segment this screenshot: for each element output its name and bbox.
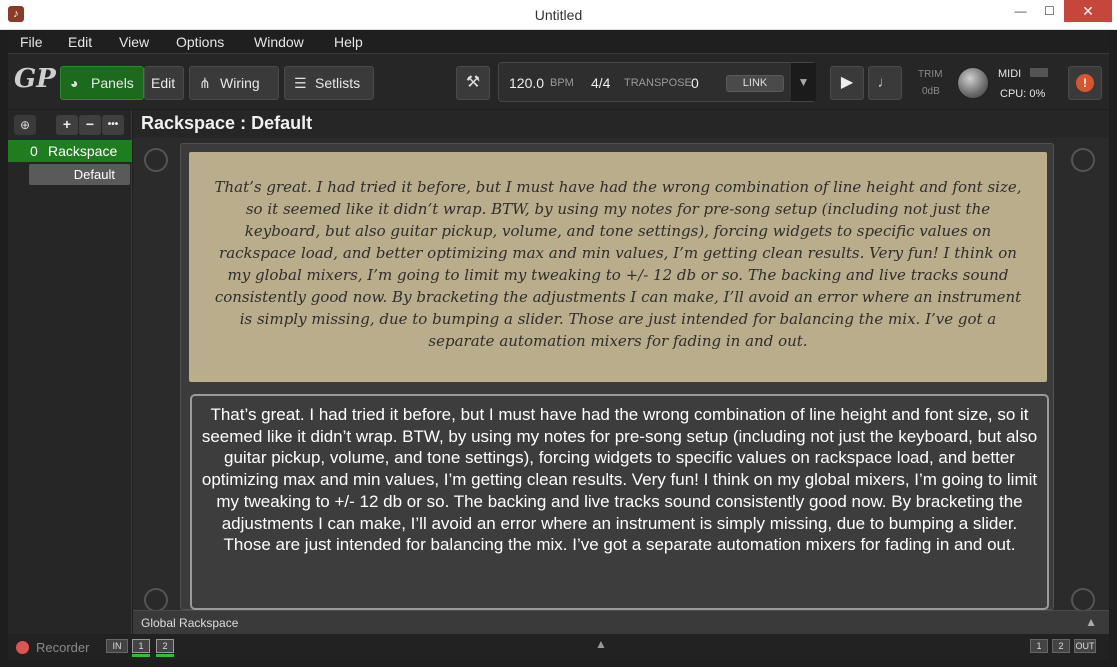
rackspace-number: 0 — [30, 143, 38, 159]
bpm-value[interactable]: 120.0 — [509, 75, 544, 91]
menu-window[interactable]: Window — [254, 34, 304, 50]
close-button[interactable]: ✕ — [1064, 0, 1112, 22]
title-bar: ♪ Untitled — ☐ ✕ — [0, 0, 1117, 30]
master-volume-knob[interactable] — [957, 67, 989, 99]
input-channel-1[interactable]: 1 — [132, 639, 150, 653]
chevron-down-icon[interactable]: ▼ — [791, 63, 816, 101]
screw-icon — [1071, 148, 1095, 172]
more-icon[interactable]: ••• — [102, 115, 124, 135]
parchment-note[interactable]: That’s great. I had tried it before, but… — [189, 152, 1047, 382]
panels-label: Panels — [91, 75, 134, 91]
out-label: OUT — [1074, 639, 1096, 653]
link-button[interactable]: LINK — [726, 75, 784, 92]
input-level-2 — [156, 654, 174, 657]
trim-label: TRIM — [918, 69, 943, 80]
setlists-button[interactable]: ☰ Setlists — [284, 66, 374, 100]
input-level-1 — [132, 654, 150, 657]
alert-icon: ! — [1076, 74, 1094, 92]
in-label: IN — [106, 639, 128, 653]
menu-options[interactable]: Options — [176, 34, 224, 50]
edit-label: Edit — [151, 75, 176, 91]
play-button[interactable]: ▶ — [830, 66, 864, 100]
transpose-label: TRANSPOSE — [624, 77, 692, 89]
global-rackspace-label: Global Rackspace — [141, 616, 239, 630]
rackspace-item[interactable]: 0 Rackspace — [8, 140, 132, 162]
add-rackspace-button[interactable]: + — [56, 115, 78, 135]
output-channel-1[interactable]: 1 — [1030, 639, 1048, 653]
screw-icon — [144, 588, 168, 612]
rackspace-header: Rackspace : Default — [133, 110, 1109, 138]
global-rackspace-bar[interactable]: Global Rackspace ▲ — [133, 610, 1109, 634]
rackspace-title: Rackspace : Default — [141, 113, 313, 133]
chevron-up-icon[interactable]: ▲ — [1085, 615, 1097, 629]
rackspace-sidebar: ⊕ + − ••• 0 Rackspace Default — [8, 110, 132, 634]
wiring-icon: ⋔ — [199, 75, 211, 91]
wiring-button[interactable]: ⋔ Wiring — [189, 66, 279, 100]
minimize-button[interactable]: — — [1006, 0, 1035, 22]
variation-item[interactable]: Default — [29, 164, 130, 185]
panic-button[interactable]: ! — [1068, 66, 1102, 100]
transpose-value[interactable]: 0 — [691, 75, 699, 91]
screw-icon — [144, 148, 168, 172]
app-logo: GP — [14, 64, 56, 94]
output-channel-2[interactable]: 2 — [1052, 639, 1070, 653]
menu-file[interactable]: File — [20, 34, 43, 50]
status-bar: Recorder IN 1 2 ▲ 1 2 OUT — [8, 634, 1109, 660]
globe-icon[interactable]: ⊕ — [14, 115, 36, 135]
screw-icon — [1071, 588, 1095, 612]
bpm-label: BPM — [550, 77, 574, 89]
metronome-icon[interactable]: ♩ — [868, 66, 902, 100]
cpu-label: CPU: 0% — [1000, 88, 1046, 100]
list-icon: ☰ — [294, 75, 307, 91]
wrench-icon[interactable]: ⚒ — [456, 66, 490, 100]
trim-value: 0dB — [922, 86, 940, 97]
tempo-display: 120.0 BPM 4/4 TRANSPOSE 0 LINK ▼ — [498, 62, 816, 102]
menu-view[interactable]: View — [119, 34, 149, 50]
panels-icon: ◕ — [70, 75, 79, 91]
input-channel-2[interactable]: 2 — [156, 639, 174, 653]
chevron-up-icon[interactable]: ▲ — [595, 637, 607, 651]
menu-edit[interactable]: Edit — [68, 34, 92, 50]
midi-indicator — [1030, 68, 1048, 77]
setlists-label: Setlists — [315, 75, 361, 91]
record-icon[interactable] — [16, 641, 29, 654]
edit-button[interactable]: Edit — [144, 66, 184, 100]
time-signature[interactable]: 4/4 — [591, 75, 610, 91]
menu-help[interactable]: Help — [334, 34, 363, 50]
rack-area: That’s great. I had tried it before, but… — [133, 138, 1109, 612]
midi-label: MIDI — [998, 68, 1022, 80]
menu-bar: File Edit View Options Window Help — [8, 31, 1109, 53]
text-note-widget[interactable]: That’s great. I had tried it before, but… — [190, 394, 1049, 610]
remove-rackspace-button[interactable]: − — [79, 115, 101, 135]
toolbar: GP ◕ Panels Edit ⋔ Wiring ☰ Setlists ⚒ 1… — [8, 53, 1109, 109]
rackspace-name: Rackspace — [48, 143, 118, 159]
maximize-button[interactable]: ☐ — [1035, 0, 1064, 22]
panels-button[interactable]: ◕ Panels — [60, 66, 144, 100]
wiring-label: Wiring — [220, 75, 260, 91]
window-title: Untitled — [534, 7, 583, 23]
recorder-label: Recorder — [36, 640, 90, 655]
